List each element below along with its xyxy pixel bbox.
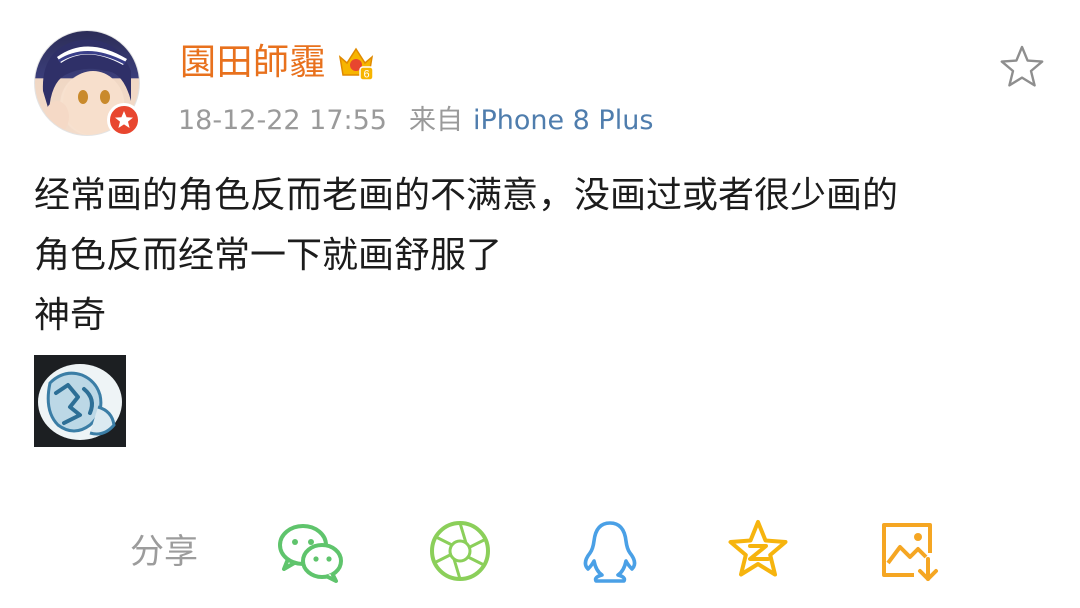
qq-icon[interactable] (580, 519, 644, 583)
verified-badge-icon (107, 103, 141, 137)
vip-level: 6 (363, 69, 369, 81)
avatar[interactable] (34, 30, 141, 137)
source-device-link[interactable]: iPhone 8 Plus (473, 100, 653, 142)
post-meta: 18-12-22 17:55 来自 iPhone 8 Plus (178, 100, 653, 142)
post-text-line: 神奇 (34, 295, 107, 336)
post-text-line: 角色反而经常一下就画舒服了 (34, 235, 503, 276)
moments-icon[interactable] (428, 519, 492, 583)
post-text-line: 经常画的角色反而老画的不满意，没画过或者很少画的 (34, 175, 899, 216)
share-label: 分享 (130, 532, 198, 572)
source-prefix: 来自 (408, 105, 463, 136)
favorite-star-icon[interactable] (998, 44, 1046, 90)
vip-crown-icon[interactable]: 6 (336, 43, 376, 83)
username-row: 園田師霾 6 (180, 38, 376, 88)
save-image-icon[interactable] (878, 519, 942, 583)
wechat-icon[interactable] (276, 519, 343, 583)
emoji-sticker[interactable] (34, 355, 126, 447)
post-body: 经常画的角色反而老画的不满意，没画过或者很少画的 角色反而经常一下就画舒服了 神… (34, 166, 1044, 346)
qzone-icon[interactable] (726, 519, 790, 583)
post-timestamp: 18-12-22 17:55 (178, 105, 387, 136)
username[interactable]: 園田師霾 (180, 38, 326, 88)
